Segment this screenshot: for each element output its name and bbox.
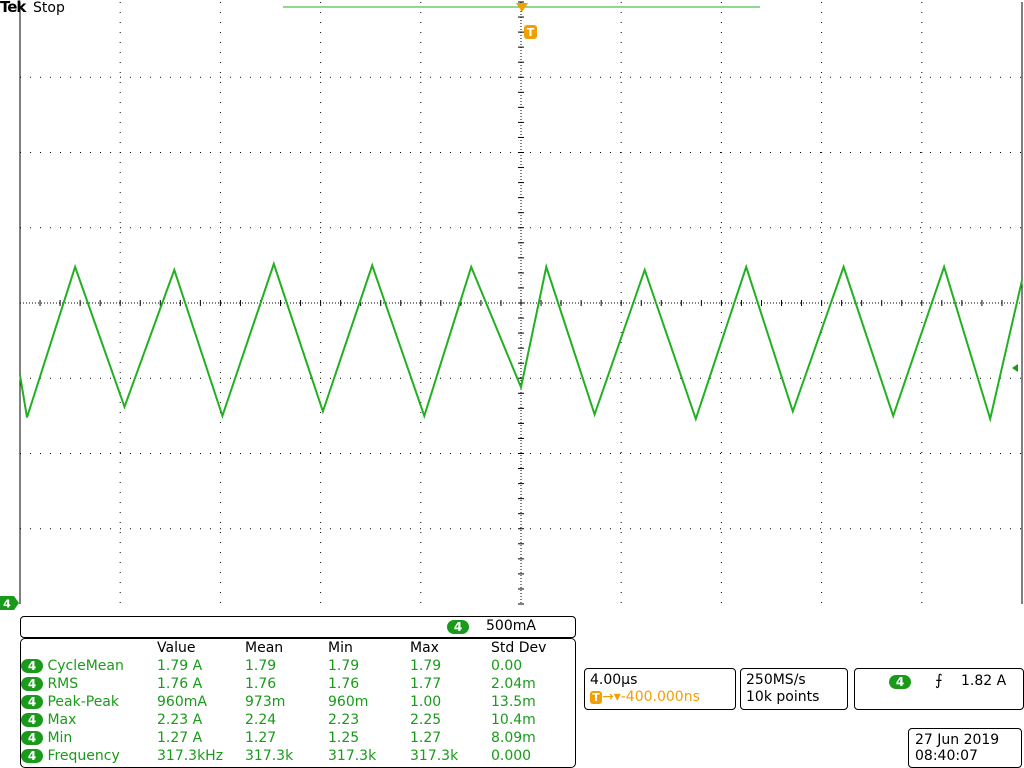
trigger-badge-icon: T	[590, 691, 602, 704]
measurement-value: 960mA	[157, 694, 207, 710]
measurement-min: 1.76	[328, 676, 360, 692]
header-std-dev: Std Dev	[491, 640, 547, 656]
measurement-value: 1.27 A	[157, 730, 203, 746]
measurement-mean: 2.24	[245, 712, 277, 728]
measurement-min: 2.23	[328, 712, 360, 728]
measurement-std-dev: 2.04m	[491, 676, 536, 692]
measurement-mean: 973m	[245, 694, 286, 710]
measurement-row[interactable]: 4 RMS 1.76 A 1.76 1.76 1.77 2.04m	[21, 675, 571, 693]
channel-badge: 4	[21, 731, 43, 745]
header-blank	[21, 639, 157, 657]
measurement-row[interactable]: 4 Min 1.27 A 1.27 1.25 1.27 8.09m	[21, 729, 571, 747]
channel-badge: 4	[21, 749, 43, 763]
measurement-value: 1.79 A	[157, 658, 203, 674]
measurement-max: 317.3k	[410, 748, 459, 764]
measurement-max: 1.77	[410, 676, 442, 692]
sample-rate: 250MS/s	[746, 672, 806, 688]
ground-reference-marker[interactable]: 4	[0, 596, 19, 611]
measurement-mean: 1.79	[245, 658, 277, 674]
time: 08:40:07	[915, 748, 978, 764]
measurement-min: 317.3k	[328, 748, 377, 764]
channel-scale-readout[interactable]: 4 500mA	[20, 616, 576, 638]
measurement-name: Min	[47, 730, 73, 746]
measurement-std-dev: 13.5m	[491, 694, 536, 710]
measurement-mean: 317.3k	[245, 748, 294, 764]
measurement-std-dev: 0.000	[491, 748, 532, 764]
channel-badge: 4	[889, 675, 911, 689]
header-mean: Mean	[245, 640, 284, 656]
measurement-name: RMS	[47, 676, 79, 692]
acquisition-status: Stop	[33, 0, 65, 16]
measurement-max: 2.25	[410, 712, 442, 728]
trigger-marker-label: T	[527, 26, 535, 39]
measurement-max: 1.27	[410, 730, 442, 746]
trigger-level: 1.82 A	[961, 673, 1007, 689]
trigger-offset: T →▾-400.000ns	[590, 689, 700, 705]
measurement-row[interactable]: 4 Frequency 317.3kHz 317.3k 317.3k 317.3…	[21, 747, 571, 765]
channel-badge: 4	[21, 695, 43, 709]
vertical-scale-value: 500mA	[486, 618, 536, 634]
measurement-table: Value Mean Min Max Std Dev 4 CycleMean 1…	[21, 639, 571, 765]
measurement-value: 317.3kHz	[157, 748, 224, 764]
header-max: Max	[410, 640, 439, 656]
trigger-level-marker[interactable]	[1012, 364, 1018, 372]
channel-badge: 4	[21, 677, 43, 691]
measurement-row[interactable]: 4 Max 2.23 A 2.24 2.23 2.25 10.4m	[21, 711, 571, 729]
channel-badge: 4	[447, 620, 469, 634]
channel-badge: 4	[21, 659, 43, 673]
header-min: Min	[328, 640, 353, 656]
measurement-header-row: Value Mean Min Max Std Dev	[21, 639, 571, 657]
measurement-min: 960m	[328, 694, 369, 710]
measurement-row[interactable]: 4 Peak-Peak 960mA 973m 960m 1.00 13.5m	[21, 693, 571, 711]
date: 27 Jun 2019	[915, 732, 1000, 748]
header-value: Value	[157, 640, 196, 656]
measurement-max: 1.00	[410, 694, 442, 710]
trigger-readout[interactable]: 4 ⨍ 1.82 A	[854, 668, 1024, 710]
graticule	[19, 1, 1023, 605]
measurement-value: 1.76 A	[157, 676, 203, 692]
measurement-mean: 1.76	[245, 676, 277, 692]
ground-marker-label: 4	[3, 598, 11, 611]
horizontal-readout[interactable]: 4.00µs T →▾-400.000ns	[584, 668, 736, 710]
rising-edge-icon: ⨍	[935, 671, 943, 689]
measurement-mean: 1.27	[245, 730, 277, 746]
channel-badge: 4	[21, 713, 43, 727]
measurement-std-dev: 0.00	[491, 658, 523, 674]
time-per-div: 4.00µs	[590, 672, 638, 688]
record-length: 10k points	[746, 689, 820, 705]
measurement-name: Max	[47, 712, 77, 728]
measurement-max: 1.79	[410, 658, 442, 674]
measurement-min: 1.25	[328, 730, 360, 746]
trigger-offset-value: →▾-400.000ns	[602, 689, 700, 705]
measurement-name: Frequency	[47, 748, 120, 764]
measurement-name: CycleMean	[47, 658, 124, 674]
brand-logo: Tek	[0, 0, 26, 16]
measurement-value: 2.23 A	[157, 712, 203, 728]
timestamp: 27 Jun 2019 08:40:07	[908, 728, 1022, 768]
acquisition-readout[interactable]: 250MS/s 10k points	[740, 668, 848, 710]
measurement-std-dev: 8.09m	[491, 730, 536, 746]
measurement-row[interactable]: 4 CycleMean 1.79 A 1.79 1.79 1.79 0.00	[21, 657, 571, 675]
trigger-position-marker: T	[516, 3, 537, 39]
measurement-min: 1.79	[328, 658, 360, 674]
measurement-name: Peak-Peak	[47, 694, 119, 710]
measurement-panel: Value Mean Min Max Std Dev 4 CycleMean 1…	[20, 638, 576, 768]
measurement-std-dev: 10.4m	[491, 712, 536, 728]
